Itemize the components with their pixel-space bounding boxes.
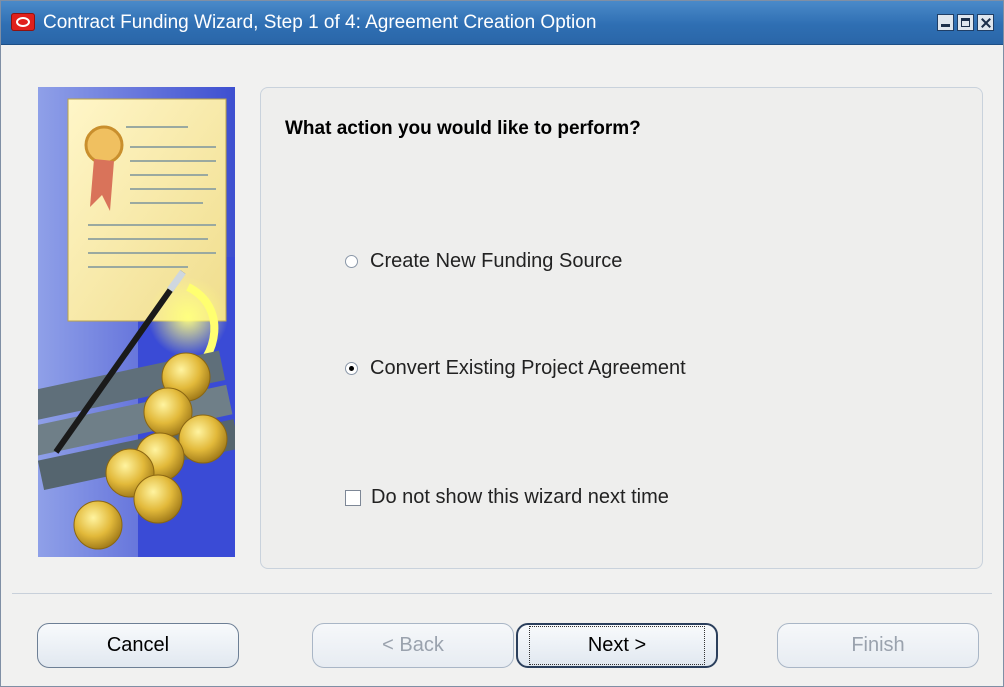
window-title: Contract Funding Wizard, Step 1 of 4: Ag… (43, 12, 597, 33)
checkbox[interactable] (345, 489, 361, 506)
do-not-show-wizard-checkbox[interactable]: Do not show this wizard next time (345, 486, 669, 509)
option-label: Convert Existing Project Agreement (370, 357, 686, 379)
checkbox-label: Do not show this wizard next time (371, 486, 669, 508)
radio-button-selected[interactable] (345, 362, 358, 375)
cancel-button[interactable]: Cancel (37, 623, 239, 668)
content-panel: What action you would like to perform? C… (260, 87, 983, 569)
title-bar[interactable]: Contract Funding Wizard, Step 1 of 4: Ag… (1, 1, 1003, 45)
radio-button[interactable] (345, 255, 358, 268)
close-icon[interactable] (977, 14, 994, 31)
finish-button[interactable]: Finish (777, 623, 979, 668)
divider (12, 593, 992, 594)
back-button[interactable]: < Back (312, 623, 514, 668)
wizard-window: Contract Funding Wizard, Step 1 of 4: Ag… (0, 0, 1004, 687)
certificate-pen-coins-illustration (38, 87, 235, 557)
convert-existing-agreement-radio[interactable]: Convert Existing Project Agreement (345, 357, 686, 380)
option-label: Create New Funding Source (370, 250, 623, 272)
maximize-icon[interactable] (957, 14, 974, 31)
next-button-label: Next > (528, 626, 706, 665)
next-button[interactable]: Next > (516, 623, 718, 668)
minimize-icon[interactable] (937, 14, 954, 31)
page-question: What action you would like to perform? (285, 118, 641, 139)
create-new-funding-source-radio[interactable]: Create New Funding Source (345, 250, 622, 273)
oracle-logo-icon (11, 13, 35, 31)
wizard-illustration (38, 87, 235, 557)
